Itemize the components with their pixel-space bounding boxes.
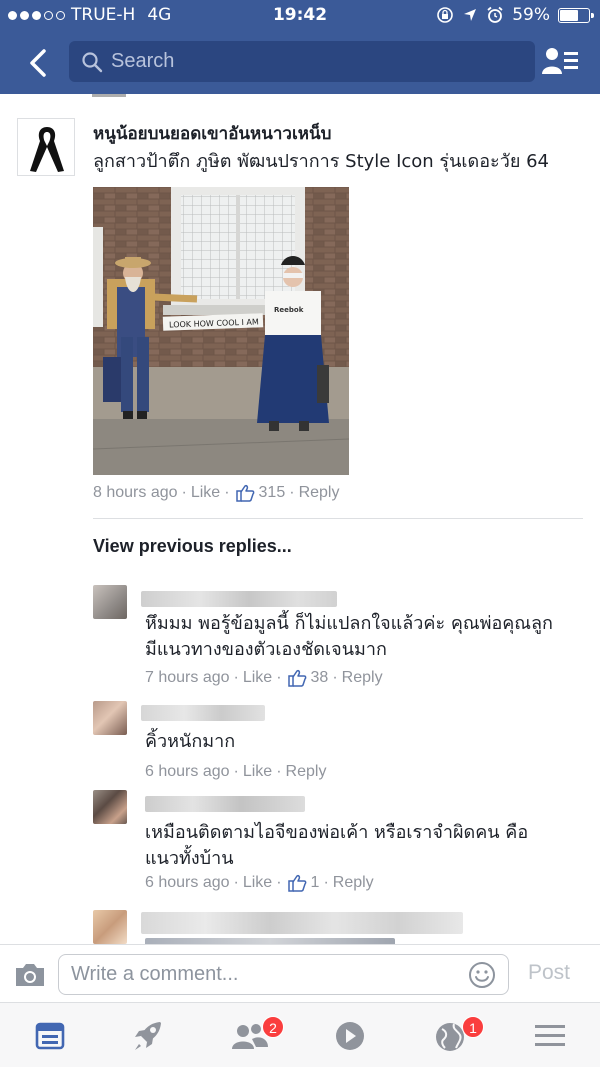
rocket-icon[interactable] (130, 1019, 170, 1053)
like-count: 1 (310, 874, 320, 891)
notifications-badge: 1 (462, 1016, 484, 1038)
menu-icon[interactable] (530, 1019, 570, 1053)
avatar[interactable] (17, 118, 75, 176)
video-play-icon[interactable] (330, 1019, 370, 1053)
battery-percent: 59% (512, 5, 550, 25)
reply-text: หึมมม พอรู้ข้อมูลนี้ ก็ไม่แปลกใจแล้วค่ะ … (145, 613, 553, 660)
friends-list-icon[interactable] (540, 44, 580, 80)
street-style-photo: LOOK HOW COOL I AM Reebok (93, 187, 349, 475)
reply-link[interactable]: Reply (342, 669, 383, 687)
reply-text: คิ้วหนักมาก (145, 731, 236, 752)
like-link[interactable]: Like (243, 669, 272, 687)
reply-link[interactable]: Reply (286, 763, 327, 781)
comment-input[interactable] (71, 963, 461, 986)
search-bar[interactable] (69, 41, 535, 82)
author-name-redacted (141, 705, 265, 721)
alarm-icon (487, 6, 503, 23)
friend-requests-tab[interactable]: 2 (230, 1016, 284, 1053)
comment-input-box[interactable] (58, 954, 509, 995)
battery-icon (558, 7, 594, 23)
avatar[interactable] (93, 910, 127, 944)
like-link[interactable]: Like (243, 874, 272, 892)
reply-time: 7 hours ago (145, 669, 230, 686)
comment-meta: 8 hours ago · Like · 315 · Reply (93, 484, 340, 502)
author-name-redacted (145, 796, 305, 812)
reply-link[interactable]: Reply (333, 874, 374, 892)
like-link[interactable]: Like (191, 484, 220, 502)
author-name-redacted (141, 591, 337, 607)
emoji-icon[interactable] (468, 961, 496, 989)
comment-thread: หนูน้อยบนยอดเขาอันหนาวเหน็บ ลูกสาวป้าตึก… (0, 94, 600, 944)
divider (93, 518, 583, 519)
comment-photo[interactable]: LOOK HOW COOL I AM Reebok (93, 187, 349, 475)
avatar[interactable] (93, 790, 127, 824)
reply-meta: 6 hours ago · Like · Reply (145, 763, 327, 781)
reply-time: 6 hours ago (145, 763, 230, 780)
status-bar: TRUE-H 4G 19:42 59% (0, 0, 600, 32)
reply-time: 6 hours ago (145, 874, 230, 891)
search-icon (82, 51, 103, 72)
comment-text: ลูกสาวป้าตึก ภูษิต พัฒนปราการ Style Icon… (93, 151, 549, 172)
like-count: 315 (258, 484, 286, 501)
back-chevron-icon[interactable] (22, 45, 58, 81)
avatar[interactable] (93, 701, 127, 735)
reply-meta: 6 hours ago · Like · 1 · Reply (145, 874, 374, 892)
author-name-redacted (141, 912, 463, 934)
top-bar: TRUE-H 4G 19:42 59% (0, 0, 600, 94)
like-count: 38 (310, 669, 329, 686)
comment-author[interactable]: หนูน้อยบนยอดเขาอันหนาวเหน็บ (93, 120, 331, 147)
search-input[interactable] (111, 50, 491, 73)
like-link[interactable]: Like (243, 763, 272, 781)
status-right: 59% (436, 5, 594, 25)
comment-time: 8 hours ago (93, 484, 178, 501)
news-feed-icon[interactable] (30, 1019, 70, 1053)
previous-content-edge (92, 94, 126, 97)
thumbs-up-icon (287, 670, 306, 687)
thumbs-up-icon (287, 875, 306, 892)
location-arrow-icon (464, 9, 477, 21)
camera-icon[interactable] (14, 962, 46, 988)
svg-text:Reebok: Reebok (274, 306, 304, 314)
reply-link[interactable]: Reply (299, 484, 340, 502)
view-previous-replies-link[interactable]: View previous replies... (93, 536, 292, 557)
avatar[interactable] (93, 585, 127, 619)
post-button[interactable]: Post (528, 961, 570, 985)
tab-bar: 2 1 (0, 1002, 600, 1067)
reply-meta: 7 hours ago · Like · 38 · Reply (145, 669, 383, 687)
reply-text: เหมือนติดตามไอจีของพ่อเค้า หรือเราจำผิดค… (145, 822, 529, 869)
comment-composer: Post (0, 944, 600, 1002)
rotation-lock-icon (437, 7, 454, 23)
nav-row (0, 38, 600, 86)
notifications-tab[interactable]: 1 (432, 1016, 484, 1053)
black-ribbon-icon (30, 127, 64, 172)
friend-requests-badge: 2 (262, 1016, 284, 1038)
thumbs-up-icon (235, 485, 254, 502)
